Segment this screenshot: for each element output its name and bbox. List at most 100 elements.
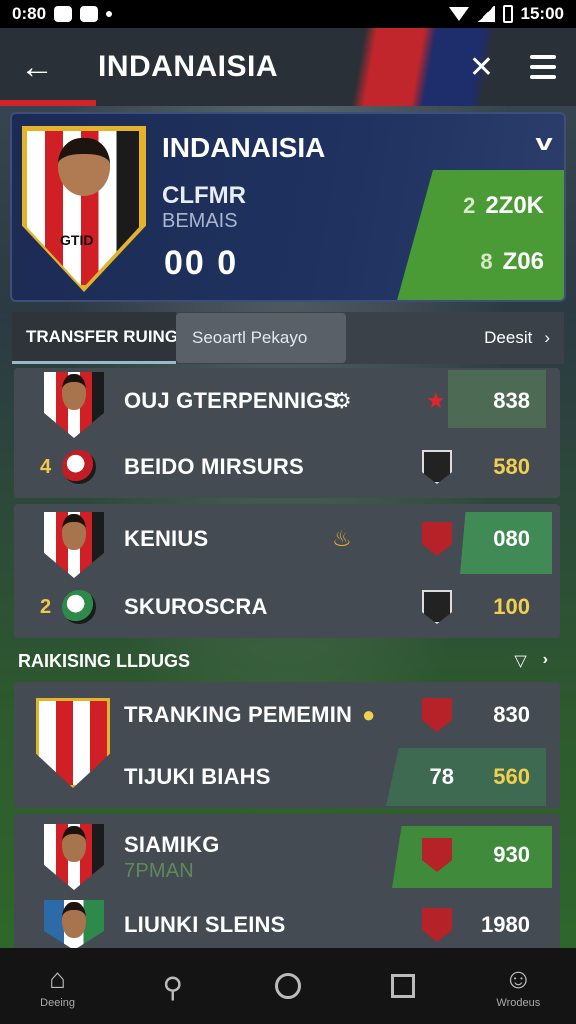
row-value: 930: [493, 842, 530, 867]
nav-circle[interactable]: [248, 973, 328, 999]
club-ball-icon: [62, 590, 96, 624]
club-ball-icon: [62, 450, 96, 484]
flame-icon: ♨: [332, 526, 352, 551]
section-title: RAIKISING LLDUGS: [18, 650, 191, 671]
club-shield-icon: [422, 838, 452, 872]
chevron-down-icon[interactable]: v: [535, 130, 552, 156]
tools-icon[interactable]: ✕: [469, 50, 494, 85]
back-arrow-icon[interactable]: ←: [20, 48, 64, 87]
search-input[interactable]: Seoartl Pekayo: [176, 313, 346, 363]
tab-deesit-label: Deesit: [484, 328, 533, 347]
club-shield-icon: [422, 522, 452, 556]
clock: 15:00: [520, 4, 564, 23]
row-name: OUJ GTERPENNIGS: [124, 388, 339, 413]
nav-profile[interactable]: ☺ Wrodeus: [478, 963, 558, 1009]
menu-icon[interactable]: [530, 55, 556, 79]
tab-bar: TRANSFER RUINGS Seoartl Pekayo Deesit ›: [12, 312, 564, 364]
stat-2-icon: 8: [480, 249, 493, 274]
player-badge: [44, 372, 104, 438]
player-badge: [44, 512, 104, 578]
row-value: 100: [493, 594, 530, 619]
player-profile-card[interactable]: GTID INDANAISIA CLFMR BEMAIS 00 0 v 2 2Z…: [10, 112, 566, 302]
stat-1-icon: 2: [463, 193, 476, 218]
search-icon: ⚲: [162, 972, 184, 1003]
trophy-icon: ●: [362, 702, 376, 727]
stat-2-value: Z06: [502, 248, 544, 275]
row-subtitle: 7PMAN: [124, 860, 194, 882]
list-item[interactable]: SIAMIKG 7PMAN 930: [14, 824, 560, 890]
list-item[interactable]: OUJ GTERPENNIGS ⚙ ★ 838: [14, 370, 560, 438]
row-value-secondary: 78: [429, 764, 454, 789]
club-shield-icon: [422, 450, 452, 484]
app-bar: ← INDANAISIA ✕: [0, 28, 576, 106]
row-value: 580: [493, 454, 530, 479]
list-item[interactable]: 4 BEIDO MIRSURS 580: [14, 436, 560, 498]
crest-text: GTID: [60, 232, 94, 248]
tab-deesit[interactable]: Deesit ›: [484, 328, 564, 348]
row-name: TRANKING PEMEMIN: [124, 702, 353, 727]
square-icon: [391, 974, 416, 998]
list-item[interactable]: TIJUKI BIAHS 78 560: [14, 746, 560, 808]
tab-transfer-ruings[interactable]: TRANSFER RUINGS: [12, 312, 176, 364]
stat-row-1: 2 2Z0K: [463, 192, 544, 220]
club-shield-icon: [422, 698, 452, 732]
player-club: CLFMR: [162, 182, 246, 209]
player-badge: [44, 824, 104, 890]
home-icon: ⌂: [49, 963, 67, 994]
club-shield-icon: [422, 590, 452, 624]
player-avatar: [58, 138, 110, 196]
stats-panel: [396, 170, 564, 300]
club-logo-icon: ⚙: [332, 388, 352, 413]
row-name: BEIDO MIRSURS: [124, 454, 304, 479]
row-name: SKUROSCRA: [124, 594, 268, 619]
row-name: LIUNKI SLEINS: [124, 912, 286, 937]
player-badge: [44, 900, 104, 950]
row-name: KENIUS: [124, 526, 209, 551]
player-score: 00 0: [164, 244, 239, 282]
row-name: SIAMIKG: [124, 832, 220, 857]
nav-square[interactable]: [363, 974, 443, 998]
list-item[interactable]: TRANKING PEMEMIN ● 830: [14, 684, 560, 746]
list-item[interactable]: KENIUS ♨ 080: [14, 508, 560, 578]
notification-icon: [54, 6, 73, 22]
row-value: 080: [493, 526, 530, 551]
ranking-card-2: KENIUS ♨ 080 2 SKUROSCRA 100: [14, 504, 560, 638]
profile-icon: ☺: [504, 963, 533, 994]
ranking-card-3: TRANKING PEMEMIN ● 830 TIJUKI BIAHS 78 5…: [14, 682, 560, 808]
row-value: 838: [493, 388, 530, 413]
row-value: 1980: [481, 912, 530, 937]
app-notification-icon: [80, 6, 99, 22]
nav-search[interactable]: ⚲: [133, 971, 213, 1003]
nav-home[interactable]: ⌂ Deeing: [18, 963, 98, 1009]
status-time: 0:80: [12, 4, 47, 23]
row-name: TIJUKI BIAHS: [124, 764, 271, 789]
section-header: RAIKISING LLDUGS ▽ ›: [14, 644, 560, 678]
chevron-right-icon[interactable]: ›: [543, 651, 548, 671]
triangle-down-icon[interactable]: ▽: [514, 651, 526, 671]
list-item[interactable]: 2 SKUROSCRA 100: [14, 576, 560, 638]
stat-row-2: 8 Z06: [480, 248, 544, 276]
player-subtitle: BEMAIS: [162, 210, 238, 232]
wifi-icon: [448, 7, 469, 21]
status-bar: 0:80 15:00: [0, 0, 576, 28]
nav-label: Wrodeus: [496, 997, 541, 1009]
row-value: 560: [493, 764, 530, 789]
ranking-card-4: SIAMIKG 7PMAN 930 LIUNKI SLEINS 1980: [14, 814, 560, 950]
ranking-card-1: OUJ GTERPENNIGS ⚙ ★ 838 4 BEIDO MIRSURS …: [14, 368, 560, 498]
circle-icon: [274, 973, 301, 999]
club-shield-icon: [422, 908, 452, 942]
signal-icon: [476, 6, 495, 22]
star-icon: ★: [426, 388, 446, 413]
bottom-navigation: ⌂ Deeing ⚲ ☺ Wrodeus: [0, 948, 576, 1024]
page-title: INDANAISIA: [98, 50, 279, 83]
battery-icon: [502, 5, 513, 23]
dot-icon: [106, 11, 113, 17]
row-value: 830: [493, 702, 530, 727]
rank-number: 4: [40, 455, 52, 478]
player-name: INDANAISIA: [162, 132, 326, 163]
list-item[interactable]: LIUNKI SLEINS 1980: [14, 894, 560, 956]
nav-label: Deeing: [40, 997, 76, 1009]
chevron-right-icon: ›: [544, 328, 550, 347]
stat-1-value: 2Z0K: [485, 192, 544, 219]
rank-number: 2: [40, 595, 52, 618]
